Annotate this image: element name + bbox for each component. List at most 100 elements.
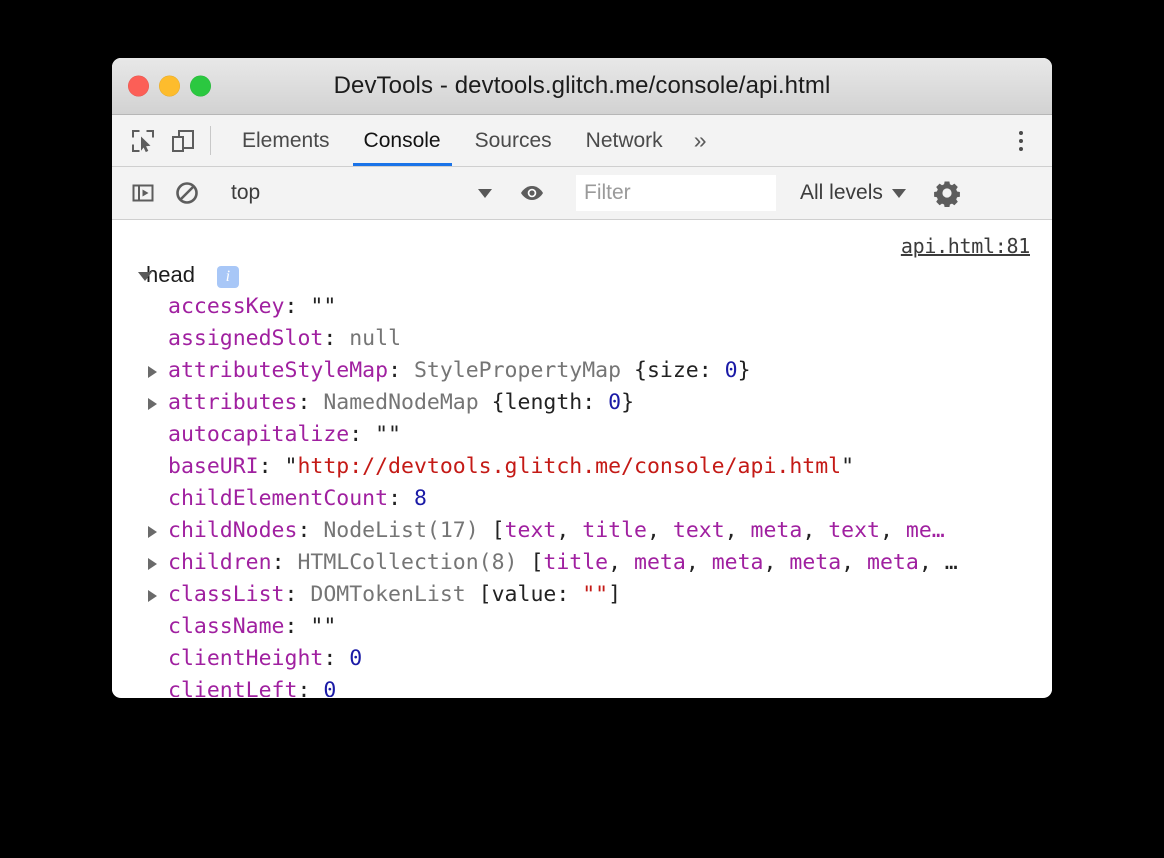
console-output-panel: api.html:81 head i accessKey: ""assigned… <box>112 220 1052 697</box>
property-value-token: } <box>621 390 634 415</box>
property-row[interactable]: autocapitalize: "" <box>112 419 1052 451</box>
property-key: children <box>168 550 272 575</box>
source-link[interactable]: api.html:81 <box>901 234 1030 258</box>
property-value-token: [value: <box>479 582 583 607</box>
property-value-token: , <box>686 550 712 575</box>
triangle-right-icon[interactable] <box>148 558 157 570</box>
property-value-token: text <box>673 518 725 543</box>
property-value-token: : <box>388 486 414 511</box>
property-row[interactable]: children: HTMLCollection(8) [title, meta… <box>112 547 1052 579</box>
property-value-token: [ <box>530 550 543 575</box>
property-value-token: http://devtools.glitch.me/console/api.ht… <box>297 454 841 479</box>
execution-context-value: top <box>231 181 478 205</box>
kebab-menu-icon[interactable] <box>1004 124 1038 158</box>
property-value-token: " <box>285 454 298 479</box>
property-value-token: , <box>841 550 867 575</box>
property-value-token: text <box>505 518 557 543</box>
object-tree-root[interactable]: head i <box>112 259 1052 291</box>
property-value-token: title <box>543 550 608 575</box>
property-key: accessKey <box>168 294 285 319</box>
inspect-element-icon[interactable] <box>128 126 158 156</box>
tab-list: Elements Console Sources Network » <box>211 115 995 166</box>
property-row[interactable]: attributeStyleMap: StylePropertyMap {siz… <box>112 355 1052 387</box>
triangle-right-icon[interactable] <box>148 526 157 538</box>
property-value-token: , <box>725 518 751 543</box>
property-value-token: "" <box>310 614 336 639</box>
property-value-token: NamedNodeMap <box>323 390 491 415</box>
log-level-value: All levels <box>800 181 883 205</box>
property-value-token: meta <box>634 550 686 575</box>
property-value-token: ] <box>608 582 621 607</box>
property-key: clientLeft <box>168 678 297 697</box>
tab-network[interactable]: Network <box>569 115 680 166</box>
devtools-window: DevTools - devtools.glitch.me/console/ap… <box>112 58 1052 698</box>
console-toolbar: top All levels <box>112 167 1052 220</box>
property-row[interactable]: attributes: NamedNodeMap {length: 0} <box>112 387 1052 419</box>
property-value-token: NodeList(17) <box>323 518 491 543</box>
tab-bar-left-icons <box>112 115 210 166</box>
triangle-down-icon[interactable] <box>138 272 152 281</box>
property-rows-container: accessKey: ""assignedSlot: nullattribute… <box>112 291 1052 697</box>
property-value-token: , <box>608 550 634 575</box>
property-key: assignedSlot <box>168 326 323 351</box>
tab-console[interactable]: Console <box>347 115 458 166</box>
property-value-token: meta <box>867 550 919 575</box>
devtools-tab-bar: Elements Console Sources Network » <box>112 115 1052 167</box>
property-row[interactable]: childElementCount: 8 <box>112 483 1052 515</box>
object-property-tree: head i accessKey: ""assignedSlot: nullat… <box>112 226 1052 697</box>
minimize-button[interactable] <box>159 76 180 97</box>
property-value-token: StylePropertyMap <box>414 358 634 383</box>
device-toolbar-icon[interactable] <box>168 126 198 156</box>
property-value-token: : <box>259 454 285 479</box>
property-key: classList <box>168 582 285 607</box>
property-value-token: : <box>285 614 311 639</box>
window-title: DevTools - devtools.glitch.me/console/ap… <box>334 72 831 100</box>
more-tabs-icon[interactable]: » <box>680 115 721 166</box>
property-row[interactable]: clientHeight: 0 <box>112 643 1052 675</box>
property-value-token: "" <box>375 422 401 447</box>
property-value-token: 0 <box>608 390 621 415</box>
property-value-token: 0 <box>349 646 362 671</box>
execution-context-select[interactable]: top <box>217 176 502 210</box>
property-row[interactable]: className: "" <box>112 611 1052 643</box>
property-value-token: : <box>285 582 311 607</box>
property-value-token: 0 <box>323 678 336 697</box>
property-value-token: me… <box>906 518 945 543</box>
property-value-token: : <box>285 294 311 319</box>
clear-console-icon[interactable] <box>172 178 202 208</box>
property-value-token: , <box>880 518 906 543</box>
property-value-token: HTMLCollection(8) <box>297 550 530 575</box>
triangle-right-icon[interactable] <box>148 366 157 378</box>
property-key: attributeStyleMap <box>168 358 388 383</box>
property-row[interactable]: clientLeft: 0 <box>112 675 1052 697</box>
property-value-token: , <box>763 550 789 575</box>
tab-elements[interactable]: Elements <box>225 115 347 166</box>
property-row[interactable]: assignedSlot: null <box>112 323 1052 355</box>
triangle-right-icon[interactable] <box>148 590 157 602</box>
live-expression-eye-icon[interactable] <box>517 178 547 208</box>
property-value-token: " <box>841 454 854 479</box>
property-value-token: : <box>323 646 349 671</box>
property-value-token: null <box>349 326 401 351</box>
info-badge-icon[interactable]: i <box>217 266 239 288</box>
object-root-label: head <box>146 262 195 287</box>
console-sidebar-icon[interactable] <box>128 178 158 208</box>
property-value-token: meta <box>789 550 841 575</box>
property-row[interactable]: baseURI: "http://devtools.glitch.me/cons… <box>112 451 1052 483</box>
triangle-right-icon[interactable] <box>148 398 157 410</box>
close-button[interactable] <box>128 76 149 97</box>
property-key: attributes <box>168 390 297 415</box>
tab-sources[interactable]: Sources <box>458 115 569 166</box>
property-value-token: {length: <box>492 390 609 415</box>
log-level-select[interactable]: All levels <box>786 176 920 210</box>
settings-gear-icon[interactable] <box>929 175 965 211</box>
property-value-token: {size: <box>634 358 725 383</box>
property-value-token: : <box>272 550 298 575</box>
property-value-token: : <box>297 390 323 415</box>
property-value-token: "" <box>310 294 336 319</box>
maximize-button[interactable] <box>190 76 211 97</box>
property-row[interactable]: childNodes: NodeList(17) [text, title, t… <box>112 515 1052 547</box>
property-row[interactable]: classList: DOMTokenList [value: ""] <box>112 579 1052 611</box>
property-row[interactable]: accessKey: "" <box>112 291 1052 323</box>
filter-input[interactable] <box>576 175 776 211</box>
